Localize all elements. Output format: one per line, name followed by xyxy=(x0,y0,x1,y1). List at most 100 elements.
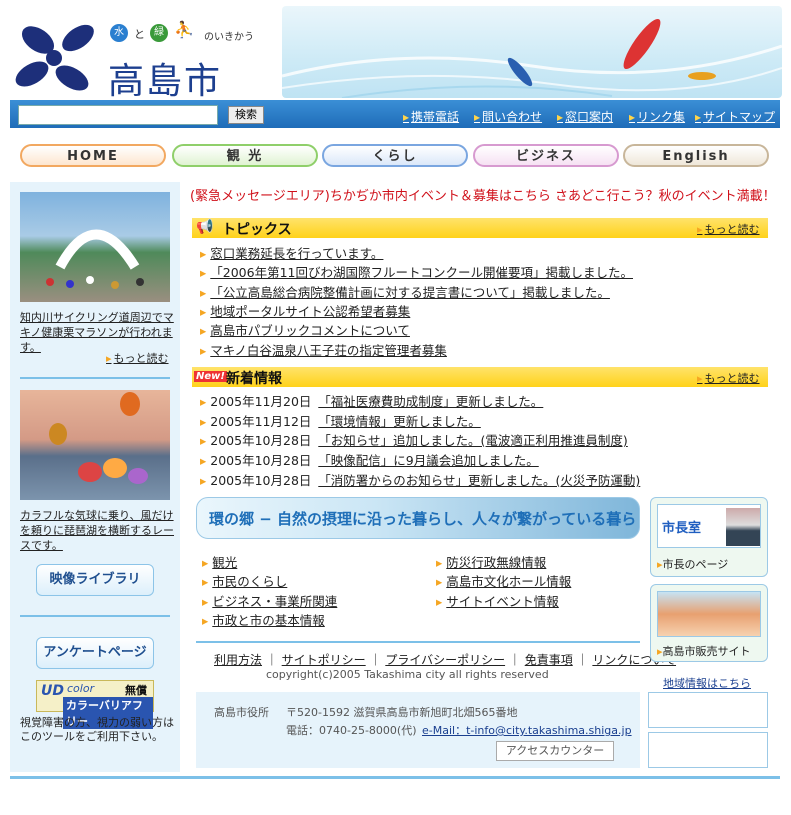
category-link[interactable]: ▸ 観光 xyxy=(202,552,237,571)
topic-link[interactable]: 窓口業務延長を行っています。 xyxy=(210,246,383,261)
arrow-icon: ▸ xyxy=(200,304,207,319)
news-link[interactable]: 「映像配信」に9月議会追加しました。 xyxy=(318,453,538,468)
arrow-icon: ▸ xyxy=(436,555,443,570)
footer-links: 利用方法 ｜ サイトポリシー ｜ プライバシーポリシー ｜ 免責事項 ｜ リンク… xyxy=(214,653,677,667)
topic-link[interactable]: 地域ポータルサイト公認希望者募集 xyxy=(210,304,410,319)
search-input[interactable] xyxy=(18,105,218,125)
category-label[interactable]: 市民のくらし xyxy=(212,574,287,589)
topic-item[interactable]: ▸ 「公立高島総合病院整備計画に対する提言書について」掲載しました。 xyxy=(200,282,610,301)
news-link[interactable]: 「福祉医療費助成制度」更新しました。 xyxy=(318,394,543,409)
city-logo-icon[interactable] xyxy=(14,22,104,94)
news-title: 新着情報 xyxy=(226,371,282,387)
nav-english[interactable]: English xyxy=(623,144,769,167)
search-button[interactable]: 検索 xyxy=(228,106,264,124)
news-item[interactable]: ▸ 2005年11月12日 「環境情報」更新しました。 xyxy=(200,411,481,430)
topic-item[interactable]: ▸ 窓口業務延長を行っています。 xyxy=(200,243,383,262)
news-date: 2005年10月28日 xyxy=(210,433,312,448)
topic-link[interactable]: 「2006年第11回びわ湖国際フルートコンクール開催要項」掲載しました。 xyxy=(210,265,633,280)
news-link[interactable]: 「消防署からのお知らせ」更新しました。(火災予防運動) xyxy=(318,473,640,488)
news-date: 2005年10月28日 xyxy=(210,453,312,468)
top-link-label: サイトマップ xyxy=(703,110,776,124)
balloon-story-link[interactable]: カラフルな気球に乗り、風だけを頼りに琵琶湖を横断するレースです。 xyxy=(20,508,178,553)
news-item[interactable]: ▸ 2005年10月28日 「消防署からのお知らせ」更新しました。(火災予防運動) xyxy=(200,470,640,489)
tagline-to: と xyxy=(134,28,145,41)
top-link-mobile[interactable]: ▸ 携帯電話 xyxy=(403,108,459,125)
category-link[interactable]: ▸ 高島市文化ホール情報 xyxy=(436,571,571,590)
topic-link[interactable]: 高島市パブリックコメントについて xyxy=(210,323,410,338)
top-link-links[interactable]: ▸ リンク集 xyxy=(629,108,685,125)
arrow-icon: ▸ xyxy=(200,323,207,338)
top-link-label: 携帯電話 xyxy=(411,110,460,124)
marathon-photo[interactable] xyxy=(20,192,170,302)
topics-title: トピックス xyxy=(222,222,292,238)
category-link[interactable]: ▸ サイトイベント情報 xyxy=(436,591,559,610)
top-link-counter[interactable]: ▸ 窓口案内 xyxy=(557,108,613,125)
topic-item[interactable]: ▸ 「2006年第11回びわ湖国際フルートコンクール開催要項」掲載しました。 xyxy=(200,262,633,281)
arrow-icon: ▸ xyxy=(200,394,207,409)
fish-dish-photo xyxy=(657,591,761,637)
regional-slot-1[interactable] xyxy=(648,692,768,728)
mayor-box[interactable]: 市長室 ▸市長のページ xyxy=(650,497,768,577)
category-link[interactable]: ▸ 市民のくらし xyxy=(202,571,287,590)
footer-link-usage[interactable]: 利用方法 xyxy=(214,653,262,667)
people-icon: ⛹ xyxy=(174,20,194,39)
nav-tourism[interactable]: 観 光 xyxy=(172,144,318,167)
divider xyxy=(20,615,170,617)
regional-slot-2[interactable] xyxy=(648,732,768,768)
arrow-icon: ▸ xyxy=(200,473,207,488)
news-item[interactable]: ▸ 2005年10月28日 「お知らせ」追加しました。(電波適正利用推進員制度) xyxy=(200,430,628,449)
balloon-scene xyxy=(49,392,148,484)
wa-no-sato-banner[interactable]: 環の郷 − 自然の摂理に沿った暮らし、人々が繋がっている暮らし。 xyxy=(196,497,640,539)
office-email[interactable]: e-Mail：t-info@city.takashima.shiga.jp xyxy=(422,722,632,738)
nav-home[interactable]: HOME xyxy=(20,144,166,167)
marathon-story-link[interactable]: 知内川サイクリング道周辺でマキノ健康栗マラソンが行われます。 xyxy=(20,310,178,355)
category-link[interactable]: ▸ ビジネス・事業所関連 xyxy=(202,591,337,610)
topic-item[interactable]: ▸ 高島市パブリックコメントについて xyxy=(200,320,410,339)
shop-site-link[interactable]: ▸高島市販売サイト xyxy=(657,643,751,659)
balloon-photo[interactable] xyxy=(20,390,170,500)
color-barrier-free-banner[interactable]: UD color 無償 カラーバリアフリー xyxy=(36,680,154,729)
more-link-left[interactable]: ▸ もっと読む xyxy=(106,350,169,366)
category-label[interactable]: サイトイベント情報 xyxy=(446,594,559,609)
news-link[interactable]: 「お知らせ」追加しました。(電波適正利用推進員制度) xyxy=(318,433,628,448)
news-link[interactable]: 「環境情報」更新しました。 xyxy=(318,414,481,429)
arrow-icon: ▸ xyxy=(200,265,207,280)
nav-living[interactable]: くらし xyxy=(322,144,468,167)
shop-box[interactable]: ▸高島市販売サイト xyxy=(650,584,768,662)
news-item[interactable]: ▸ 2005年10月28日 「映像配信」に9月議会追加しました。 xyxy=(200,450,539,469)
mayor-page-link[interactable]: ▸市長のページ xyxy=(657,556,728,572)
topic-item[interactable]: ▸ マキノ白谷温泉八王子荘の指定管理者募集 xyxy=(200,340,447,359)
nav-business[interactable]: ビジネス xyxy=(473,144,619,167)
category-label[interactable]: 市政と市の基本情報 xyxy=(212,613,325,628)
news-item[interactable]: ▸ 2005年11月20日 「福祉医療費助成制度」更新しました。 xyxy=(200,391,543,410)
category-label[interactable]: 高島市文化ホール情報 xyxy=(446,574,571,589)
top-link-sitemap[interactable]: ▸ サイトマップ xyxy=(695,108,775,125)
topic-link[interactable]: マキノ白谷温泉八王子荘の指定管理者募集 xyxy=(210,343,447,358)
footer-link-privacy[interactable]: プライバシーポリシー xyxy=(385,653,505,667)
video-library-button[interactable]: 映像ライブラリ xyxy=(36,564,154,596)
footer-link-disclaimer[interactable]: 免責事項 xyxy=(525,653,573,667)
koi-waves-illustration xyxy=(282,19,782,98)
footer-link-site-policy[interactable]: サイトポリシー xyxy=(282,653,366,667)
arrow-icon: ▸ xyxy=(403,110,410,124)
top-link-contact[interactable]: ▸ 問い合わせ xyxy=(474,108,542,125)
site-header: 水 と 緑 ⛹ のいきかう 高島市 xyxy=(0,0,791,102)
topic-item[interactable]: ▸ 地域ポータルサイト公認希望者募集 xyxy=(200,301,410,320)
arrow-icon: ▸ xyxy=(202,613,209,628)
news-more-link[interactable]: ▸ もっと読む xyxy=(697,370,760,386)
category-link[interactable]: ▸ 市政と市の基本情報 xyxy=(202,610,325,629)
survey-page-button[interactable]: アンケートページ xyxy=(36,637,154,669)
category-link[interactable]: ▸ 防災行政無線情報 xyxy=(436,552,546,571)
arrow-icon: ▸ xyxy=(202,594,209,609)
arrow-icon: ▸ xyxy=(629,110,636,124)
category-label[interactable]: 防災行政無線情報 xyxy=(446,555,546,570)
mayor-card: 市長室 xyxy=(657,504,761,548)
regional-info-link[interactable]: 地域情報はこちら xyxy=(663,675,751,691)
topics-more-link[interactable]: ▸ もっと読む xyxy=(697,221,760,237)
top-link-label: 問い合わせ xyxy=(482,110,543,124)
more-label: もっと読む xyxy=(704,372,760,385)
emergency-message[interactable]: (緊急メッセージエリア)ちかぢか市内イベント＆募集はこちら さあどこ行こう？秋の… xyxy=(190,185,776,204)
category-label[interactable]: 観光 xyxy=(212,555,237,570)
topic-link[interactable]: 「公立高島総合病院整備計画に対する提言書について」掲載しました。 xyxy=(210,285,610,300)
category-label[interactable]: ビジネス・事業所関連 xyxy=(212,594,337,609)
